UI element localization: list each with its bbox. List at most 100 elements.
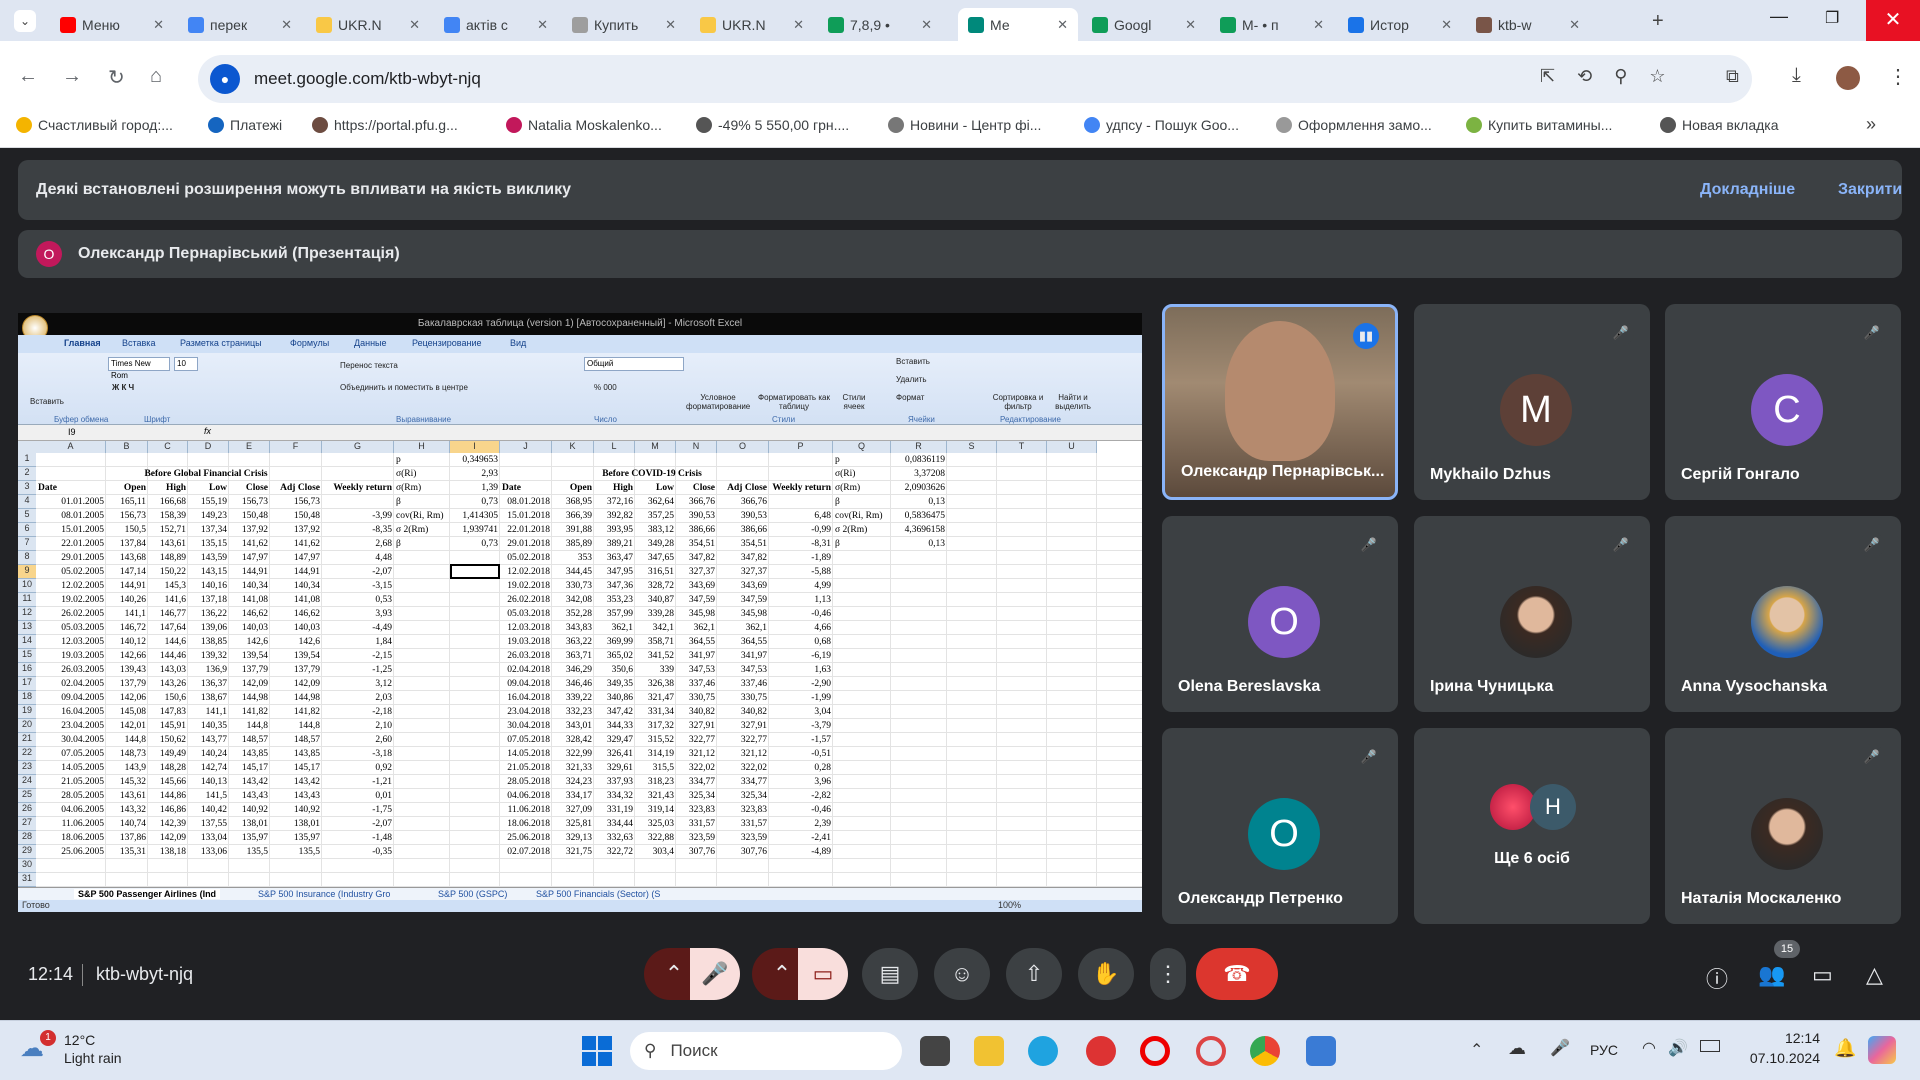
tab-close-icon[interactable]: ✕ xyxy=(153,17,164,33)
tab-close-icon[interactable]: ✕ xyxy=(281,17,292,33)
download-icon[interactable]: ⤓ xyxy=(1792,64,1801,87)
browser-tab[interactable]: UKR.N ✕ xyxy=(306,8,430,41)
bookmark-item[interactable]: https://portal.pfu.g... xyxy=(312,117,458,133)
back-icon[interactable]: ← xyxy=(18,65,38,88)
browser-tab[interactable]: ktb-w ✕ xyxy=(1466,8,1590,41)
chat-icon[interactable]: ▭ xyxy=(1812,962,1833,988)
tab-close-icon[interactable]: ✕ xyxy=(409,17,420,33)
info-icon[interactable]: ⓘ xyxy=(1706,962,1728,994)
more-bookmarks-icon[interactable]: » xyxy=(1866,114,1876,135)
cell: 364,55 xyxy=(688,637,715,647)
extensions-icon[interactable]: ⧉ xyxy=(1726,66,1739,87)
reload-icon[interactable]: ↻ xyxy=(108,65,125,90)
tab-close-icon[interactable]: ✕ xyxy=(665,17,676,33)
opera-gx-icon[interactable] xyxy=(1196,1036,1226,1066)
browser-tab[interactable]: Истор ✕ xyxy=(1338,8,1462,41)
forward-icon[interactable]: → xyxy=(62,65,82,88)
tab-close-icon[interactable]: ✕ xyxy=(537,17,548,33)
browser-tab[interactable]: Ме ✕ xyxy=(958,8,1078,41)
address-bar[interactable]: ● meet.google.com/ktb-wbyt-njq xyxy=(198,55,1752,103)
volume-icon[interactable]: 🔊 xyxy=(1668,1038,1688,1058)
participant-tile[interactable]: Н Ще 6 осіб xyxy=(1414,728,1650,924)
participant-tile[interactable]: 🎤 C Сергій Гонгало xyxy=(1665,304,1901,500)
weather-widget[interactable]: ☁ 1 12°C Light rain xyxy=(20,1030,150,1070)
banner-more-link[interactable]: Докладніше xyxy=(1700,181,1795,199)
tab-close-icon[interactable]: ✕ xyxy=(1185,17,1196,33)
participant-tile[interactable]: ▮▮ Олександр Пернарівськ... xyxy=(1162,304,1398,500)
task-view-icon[interactable] xyxy=(920,1036,950,1066)
camera-off-button[interactable]: ▭ xyxy=(798,948,848,1000)
activities-icon[interactable]: △ xyxy=(1866,962,1883,988)
menu-icon[interactable]: ⋮ xyxy=(1888,64,1908,89)
close-window-button[interactable]: ✕ xyxy=(1866,0,1920,41)
zoom-icon[interactable]: ⚲ xyxy=(1614,66,1627,87)
participant-tile[interactable]: 🎤 O Олександр Петренко xyxy=(1162,728,1398,924)
language-indicator[interactable]: РУС xyxy=(1590,1042,1618,1058)
bookmark-item[interactable]: удпсу - Пошук Goo... xyxy=(1084,117,1239,133)
participant-tile[interactable]: 🎤 Ірина Чуницька xyxy=(1414,516,1650,712)
participant-tile[interactable]: 🎤 Наталія Москаленко xyxy=(1665,728,1901,924)
battery-icon[interactable] xyxy=(1700,1040,1720,1052)
browser-tab[interactable]: Меню ✕ xyxy=(50,8,174,41)
chrome-icon[interactable] xyxy=(1250,1036,1280,1066)
browser-tab[interactable]: UKR.N ✕ xyxy=(690,8,814,41)
tab-search-button[interactable]: ⌄ xyxy=(14,10,36,32)
open-external-icon[interactable]: ⇱ xyxy=(1540,66,1555,87)
tab-close-icon[interactable]: ✕ xyxy=(921,17,932,33)
browser-tab[interactable]: Купить ✕ xyxy=(562,8,686,41)
bookmark-item[interactable]: -49% 5 550,00 грн.... xyxy=(696,117,849,133)
bookmark-item[interactable]: Платежі xyxy=(208,117,282,133)
leave-call-button[interactable]: ☎ xyxy=(1196,948,1278,1000)
present-button[interactable]: ⇧ xyxy=(1006,948,1062,1000)
onedrive-icon[interactable]: ☁ xyxy=(1508,1038,1526,1059)
app-icon[interactable] xyxy=(1086,1036,1116,1066)
microphone-icon[interactable]: ● xyxy=(210,64,240,94)
clock-time[interactable]: 12:14 xyxy=(1740,1030,1820,1046)
tray-chevron-icon[interactable]: ⌃ xyxy=(1470,1040,1483,1060)
browser-tab[interactable]: Googl ✕ xyxy=(1082,8,1206,41)
tab-close-icon[interactable]: ✕ xyxy=(1057,17,1068,33)
bookmark-item[interactable]: Купить витамины... xyxy=(1466,117,1612,133)
edge-icon[interactable] xyxy=(1028,1036,1058,1066)
banner-close-link[interactable]: Закрити xyxy=(1838,181,1902,199)
tab-close-icon[interactable]: ✕ xyxy=(1313,17,1324,33)
bookmark-item[interactable]: Счастливый город:... xyxy=(16,117,173,133)
clock-date[interactable]: 07.10.2024 xyxy=(1730,1050,1820,1066)
browser-tab[interactable]: М- • п ✕ xyxy=(1210,8,1334,41)
translate-icon[interactable]: ⟲ xyxy=(1577,66,1592,87)
new-tab-button[interactable]: + xyxy=(1652,10,1664,33)
browser-tab[interactable]: актів с ✕ xyxy=(434,8,558,41)
more-options-button[interactable]: ⋮ xyxy=(1150,948,1186,1000)
file-explorer-icon[interactable] xyxy=(974,1036,1004,1066)
copilot-icon[interactable] xyxy=(1868,1036,1896,1064)
opera-icon[interactable] xyxy=(1140,1036,1170,1066)
participant-tile[interactable]: 🎤 O Olena Bereslavska xyxy=(1162,516,1398,712)
bookmark-item[interactable]: Новая вкладка xyxy=(1660,117,1779,133)
participant-tile[interactable]: 🎤 M Mykhailo Dzhus xyxy=(1414,304,1650,500)
taskbar-search[interactable]: ⚲ Поиск xyxy=(630,1032,902,1070)
browser-tab[interactable]: перек ✕ xyxy=(178,8,302,41)
emoji-button[interactable]: ☺ xyxy=(934,948,990,1000)
browser-tab[interactable]: 7,8,9 • ✕ xyxy=(818,8,942,41)
photos-icon[interactable] xyxy=(1306,1036,1336,1066)
minimize-button[interactable]: — xyxy=(1770,6,1788,27)
tab-close-icon[interactable]: ✕ xyxy=(1569,17,1580,33)
notifications-icon[interactable]: 🔔 xyxy=(1834,1038,1856,1059)
mic-off-button[interactable]: 🎤 xyxy=(690,948,740,1000)
maximize-button[interactable]: ❐ xyxy=(1825,8,1839,28)
wifi-icon[interactable]: ◠ xyxy=(1642,1038,1656,1058)
mic-tray-icon[interactable]: 🎤 xyxy=(1550,1038,1570,1058)
raise-hand-button[interactable]: ✋ xyxy=(1078,948,1134,1000)
bookmark-star-icon[interactable]: ☆ xyxy=(1649,66,1665,87)
bookmark-item[interactable]: Оформлення замо... xyxy=(1276,117,1432,133)
tab-close-icon[interactable]: ✕ xyxy=(1441,17,1452,33)
profile-avatar[interactable] xyxy=(1836,66,1860,90)
start-button[interactable] xyxy=(582,1036,612,1066)
people-icon[interactable]: 👥 xyxy=(1758,962,1785,988)
captions-button[interactable]: ▤ xyxy=(862,948,918,1000)
bookmark-item[interactable]: Natalia Moskalenko... xyxy=(506,117,662,133)
tab-close-icon[interactable]: ✕ xyxy=(793,17,804,33)
bookmark-item[interactable]: Новини - Центр фі... xyxy=(888,117,1041,133)
home-icon[interactable]: ⌂ xyxy=(150,65,162,88)
participant-tile[interactable]: 🎤 Anna Vysochanska xyxy=(1665,516,1901,712)
